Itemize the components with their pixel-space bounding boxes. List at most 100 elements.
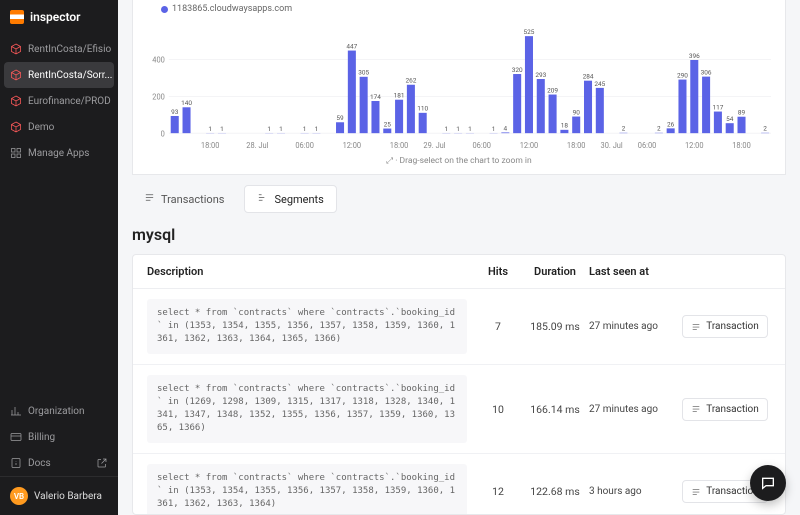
segments-table: Description Hits Duration Last seen at s… bbox=[132, 254, 786, 515]
svg-text:18: 18 bbox=[561, 122, 569, 130]
svg-text:320: 320 bbox=[512, 66, 523, 74]
th-last: Last seen at bbox=[589, 265, 679, 278]
sidebar-app-2[interactable]: Eurofinance/PROD bbox=[0, 88, 118, 114]
box-icon bbox=[10, 95, 22, 107]
svg-text:1: 1 bbox=[315, 125, 319, 133]
cell-duration: 166.14 ms bbox=[521, 403, 589, 416]
brand-logo-icon bbox=[10, 10, 24, 24]
nav-billing-label: Billing bbox=[28, 432, 55, 443]
legend-dot-icon bbox=[161, 6, 168, 13]
legend-host: 1183865.cloudwaysapps.com bbox=[172, 4, 292, 14]
transaction-button[interactable]: Transaction bbox=[682, 315, 768, 338]
tab-transactions[interactable]: Transactions bbox=[132, 185, 236, 213]
section-title: mysql bbox=[118, 219, 800, 254]
external-link-icon bbox=[96, 457, 108, 469]
svg-text:290: 290 bbox=[677, 71, 688, 79]
svg-text:30. Jul: 30. Jul bbox=[601, 141, 623, 150]
list-icon bbox=[144, 192, 155, 206]
svg-text:59: 59 bbox=[336, 114, 344, 122]
user-name: Valerio Barbera bbox=[34, 491, 102, 502]
svg-text:1: 1 bbox=[279, 125, 283, 133]
svg-text:305: 305 bbox=[358, 69, 369, 77]
cell-duration: 185.09 ms bbox=[521, 320, 589, 333]
user-menu[interactable]: VB Valerio Barbera bbox=[0, 476, 118, 515]
svg-text:2: 2 bbox=[622, 125, 626, 133]
svg-text:306: 306 bbox=[701, 68, 712, 76]
svg-text:1: 1 bbox=[492, 125, 496, 133]
bar-chart[interactable]: 020040093140118:00128. Jul11106:00159447… bbox=[141, 16, 777, 152]
th-description: Description bbox=[147, 265, 475, 278]
svg-text:18:00: 18:00 bbox=[732, 141, 751, 150]
svg-text:0: 0 bbox=[161, 129, 165, 138]
box-icon bbox=[10, 43, 22, 55]
box-icon bbox=[10, 69, 22, 81]
svg-text:12:00: 12:00 bbox=[520, 141, 539, 150]
chart-legend[interactable]: 1183865.cloudwaysapps.com bbox=[141, 4, 777, 16]
svg-text:447: 447 bbox=[346, 42, 357, 50]
svg-text:4: 4 bbox=[504, 124, 508, 132]
nav-organization[interactable]: Organization bbox=[0, 398, 118, 424]
main: 1183865.cloudwaysapps.com 02004009314011… bbox=[118, 0, 800, 515]
svg-text:1: 1 bbox=[220, 125, 224, 133]
nav-manage-apps[interactable]: Manage Apps bbox=[0, 140, 118, 166]
segments-icon bbox=[257, 192, 268, 206]
svg-text:93: 93 bbox=[171, 108, 179, 116]
table-row: select * from `contracts` where `contrac… bbox=[133, 289, 785, 365]
svg-text:18:00: 18:00 bbox=[201, 141, 220, 150]
svg-text:262: 262 bbox=[405, 77, 416, 85]
chart-hint: ⤢ · Drag-select on the chart to zoom in bbox=[141, 152, 777, 166]
svg-text:29. Jul: 29. Jul bbox=[423, 141, 445, 150]
tab-segments[interactable]: Segments bbox=[244, 185, 336, 213]
transaction-button[interactable]: Transaction bbox=[682, 398, 768, 421]
chat-icon bbox=[760, 475, 776, 491]
svg-text:209: 209 bbox=[547, 86, 558, 94]
chat-fab[interactable] bbox=[750, 465, 786, 501]
nav-bottom: Organization Billing Docs bbox=[0, 398, 118, 476]
svg-text:26: 26 bbox=[667, 120, 675, 128]
svg-text:400: 400 bbox=[152, 55, 165, 64]
sidebar-app-label: Demo bbox=[28, 122, 54, 133]
table-header: Description Hits Duration Last seen at bbox=[133, 255, 785, 289]
nav-docs-label: Docs bbox=[28, 458, 51, 469]
card-icon bbox=[10, 431, 22, 443]
svg-text:18:00: 18:00 bbox=[390, 141, 409, 150]
nav-billing[interactable]: Billing bbox=[0, 424, 118, 450]
box-icon bbox=[10, 121, 22, 133]
svg-text:1: 1 bbox=[208, 125, 212, 133]
sidebar-app-0[interactable]: RentInCosta/Efisio bbox=[0, 36, 118, 62]
cell-description: select * from `contracts` where `contrac… bbox=[147, 464, 467, 515]
cell-duration: 122.68 ms bbox=[521, 485, 589, 498]
svg-text:1: 1 bbox=[444, 125, 448, 133]
svg-text:12:00: 12:00 bbox=[343, 141, 362, 150]
svg-text:1: 1 bbox=[456, 125, 460, 133]
brand[interactable]: inspector bbox=[0, 0, 118, 36]
help-icon bbox=[10, 457, 22, 469]
th-hits: Hits bbox=[475, 265, 521, 278]
table-row: select * from `contracts` where `contrac… bbox=[133, 454, 785, 515]
cell-description: select * from `contracts` where `contrac… bbox=[147, 299, 467, 354]
svg-text:90: 90 bbox=[573, 108, 581, 116]
svg-text:1: 1 bbox=[303, 125, 307, 133]
tab-transactions-label: Transactions bbox=[161, 193, 224, 206]
tab-segments-label: Segments bbox=[274, 193, 323, 206]
sidebar-app-1[interactable]: RentInCosta/Sorr... bbox=[4, 62, 114, 88]
cell-description: select * from `contracts` where `contrac… bbox=[147, 375, 467, 443]
svg-text:200: 200 bbox=[152, 92, 165, 101]
svg-text:140: 140 bbox=[181, 99, 192, 107]
svg-text:1: 1 bbox=[468, 125, 472, 133]
avatar: VB bbox=[10, 487, 28, 505]
table-row: select * from `contracts` where `contrac… bbox=[133, 365, 785, 454]
svg-text:25: 25 bbox=[384, 120, 392, 128]
nav-manage-label: Manage Apps bbox=[28, 148, 89, 159]
svg-text:06:00: 06:00 bbox=[295, 141, 314, 150]
svg-text:525: 525 bbox=[524, 28, 535, 36]
svg-text:06:00: 06:00 bbox=[472, 141, 491, 150]
svg-text:28. Jul: 28. Jul bbox=[246, 141, 268, 150]
chart-area[interactable]: 020040093140118:00128. Jul11106:00159447… bbox=[141, 16, 777, 152]
cell-hits: 7 bbox=[475, 320, 521, 333]
nav-docs[interactable]: Docs bbox=[0, 450, 118, 476]
sidebar-app-3[interactable]: Demo bbox=[0, 114, 118, 140]
tabs: Transactions Segments bbox=[118, 175, 800, 219]
zoom-icon: ⤢ · bbox=[386, 156, 399, 166]
th-duration: Duration bbox=[521, 265, 589, 278]
